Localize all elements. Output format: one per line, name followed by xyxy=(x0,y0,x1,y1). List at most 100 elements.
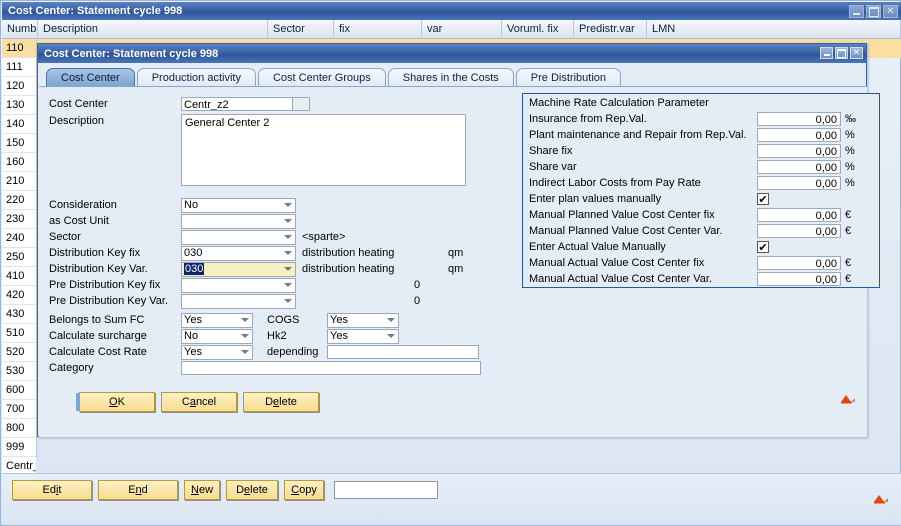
delete-button[interactable]: Delete xyxy=(243,392,319,412)
dialog-maximize-icon[interactable] xyxy=(835,47,848,59)
grid-column-header[interactable]: Sector xyxy=(268,20,334,39)
machine-rate-unit: € xyxy=(845,225,851,237)
dialog-title: Cost Center: Statement cycle 998 xyxy=(44,48,218,60)
cogs-value: Yes xyxy=(330,314,348,326)
machine-rate-row: Manual Actual Value Cost Center fix0,00€ xyxy=(523,255,879,271)
distribution-key-var-select[interactable]: 030 xyxy=(181,262,296,277)
cancel-button[interactable]: Cancel xyxy=(161,392,237,412)
grid-row-number[interactable]: 430 xyxy=(2,305,36,324)
grid-row-number[interactable]: 140 xyxy=(2,115,36,134)
pre-distribution-key-var-select[interactable] xyxy=(181,294,296,309)
main-window-title: Cost Center: Statement cycle 998 xyxy=(8,5,182,17)
cost-center-input[interactable]: Centr_z2 xyxy=(181,97,293,111)
machine-rate-panel-title: Machine Rate Calculation Parameter xyxy=(523,94,879,111)
cogs-select[interactable]: Yes xyxy=(327,313,399,328)
grid-row-number[interactable]: 130 xyxy=(2,96,36,115)
field-consideration: Consideration No xyxy=(49,197,509,213)
machine-rate-input[interactable]: 0,00 xyxy=(757,224,841,238)
tab-cost-center[interactable]: Cost Center xyxy=(46,68,135,87)
hk2-select[interactable]: Yes xyxy=(327,329,399,344)
grid-row-number[interactable]: 230 xyxy=(2,210,36,229)
machine-rate-input[interactable]: 0,00 xyxy=(757,128,841,142)
machine-rate-input[interactable]: 0,00 xyxy=(757,176,841,190)
tab-shares-in-the-costs[interactable]: Shares in the Costs xyxy=(388,68,514,87)
grid-row-number[interactable]: 210 xyxy=(2,172,36,191)
maximize-icon[interactable] xyxy=(866,5,881,18)
dialog-close-icon[interactable]: ✕ xyxy=(850,47,863,59)
calculate-cost-rate-select[interactable]: Yes xyxy=(181,345,253,360)
grid-row-number[interactable]: 410 xyxy=(2,267,36,286)
new-button[interactable]: New xyxy=(184,480,220,500)
machine-rate-input[interactable]: 0,00 xyxy=(757,272,841,286)
grid-column-header[interactable]: Predistr.var xyxy=(574,20,647,39)
machine-rate-input[interactable]: 0,00 xyxy=(757,160,841,174)
grid-row-number[interactable]: 800 xyxy=(2,419,36,438)
label-pre-distribution-key-fix: Pre Distribution Key fix xyxy=(49,277,181,293)
bottom-button-group[interactable]: Edit End New Delete Copy xyxy=(12,480,438,500)
grid-column-header[interactable]: Description xyxy=(38,20,268,39)
description-textarea[interactable]: General Center 2 xyxy=(181,114,466,186)
edit-button[interactable]: Edit xyxy=(12,480,92,500)
bottom-search-input[interactable] xyxy=(334,481,438,499)
grid-number-column[interactable]: 1101111201301401501602102202302402504104… xyxy=(2,39,37,457)
consideration-select[interactable]: No xyxy=(181,198,296,213)
close-icon[interactable]: ✕ xyxy=(883,5,898,18)
grid-column-header[interactable]: Voruml. fix xyxy=(502,20,574,39)
grid-column-header[interactable]: LMN xyxy=(647,20,901,39)
category-input[interactable] xyxy=(181,361,481,375)
delete-button[interactable]: Delete xyxy=(226,480,278,500)
grid-row-number[interactable]: 111 xyxy=(2,58,36,77)
machine-rate-input[interactable]: 0,00 xyxy=(757,112,841,126)
minimize-icon[interactable] xyxy=(849,5,864,18)
machine-rate-row: Insurance from Rep.Val.0,00‰ xyxy=(523,111,879,127)
grid-row-number[interactable]: 110 xyxy=(2,39,36,58)
calculate-surcharge-select[interactable]: No xyxy=(181,329,253,344)
grid-row-number[interactable]: 999 xyxy=(2,438,36,457)
grid-row-number[interactable]: 520 xyxy=(2,343,36,362)
chevron-down-icon xyxy=(281,296,294,307)
ok-button[interactable]: OK xyxy=(79,392,155,412)
checkbox[interactable]: ✔ xyxy=(757,241,769,253)
grid-row-number[interactable]: 530 xyxy=(2,362,36,381)
window-resize-grip-icon[interactable] xyxy=(872,492,890,504)
grid-row-number[interactable]: 600 xyxy=(2,381,36,400)
grid-row-number[interactable]: 220 xyxy=(2,191,36,210)
cost-center-lookup-button[interactable] xyxy=(293,97,310,111)
resize-grip-icon[interactable] xyxy=(839,392,857,404)
machine-rate-label: Manual Planned Value Cost Center fix xyxy=(529,209,757,221)
machine-rate-unit: € xyxy=(845,209,851,221)
machine-rate-input[interactable]: 0,00 xyxy=(757,208,841,222)
sector-hint: <sparte> xyxy=(302,231,345,243)
depending-input[interactable] xyxy=(327,345,479,359)
pre-distribution-key-fix-select[interactable] xyxy=(181,278,296,293)
chevron-down-icon xyxy=(384,315,397,326)
belongs-to-sum-fc-select[interactable]: Yes xyxy=(181,313,253,328)
sector-select[interactable] xyxy=(181,230,296,245)
grid-column-header[interactable]: var xyxy=(422,20,502,39)
dialog-button-bar[interactable]: OK Cancel Delete xyxy=(79,392,319,412)
grid-row-number[interactable]: 700 xyxy=(2,400,36,419)
tab-pre-distribution[interactable]: Pre Distribution xyxy=(516,68,621,87)
copy-button[interactable]: Copy xyxy=(284,480,324,500)
grid-column-header[interactable]: fix xyxy=(334,20,422,39)
tab-production-activity[interactable]: Production activity xyxy=(137,68,256,87)
as-cost-unit-select[interactable] xyxy=(181,214,296,229)
tab-cost-center-groups[interactable]: Cost Center Groups xyxy=(258,68,386,87)
grid-row-number[interactable]: 510 xyxy=(2,324,36,343)
checkbox[interactable]: ✔ xyxy=(757,193,769,205)
end-button[interactable]: End xyxy=(98,480,178,500)
distribution-key-fix-select[interactable]: 030 xyxy=(181,246,296,261)
grid-row-number[interactable]: 240 xyxy=(2,229,36,248)
grid-row-number[interactable]: 120 xyxy=(2,77,36,96)
dialog-minimize-icon[interactable] xyxy=(820,47,833,59)
grid-row-number[interactable]: 420 xyxy=(2,286,36,305)
grid-row-number[interactable]: 160 xyxy=(2,153,36,172)
machine-rate-input[interactable]: 0,00 xyxy=(757,144,841,158)
label-calculate-surcharge: Calculate surcharge xyxy=(49,328,181,344)
tab-bar[interactable]: Cost CenterProduction activityCost Cente… xyxy=(46,68,623,87)
grid-row-number[interactable]: 250 xyxy=(2,248,36,267)
grid-row-number[interactable]: 150 xyxy=(2,134,36,153)
grid-column-header[interactable]: Number xyxy=(2,20,38,39)
distribution-key-fix-unit: qm xyxy=(448,247,463,259)
machine-rate-input[interactable]: 0,00 xyxy=(757,256,841,270)
